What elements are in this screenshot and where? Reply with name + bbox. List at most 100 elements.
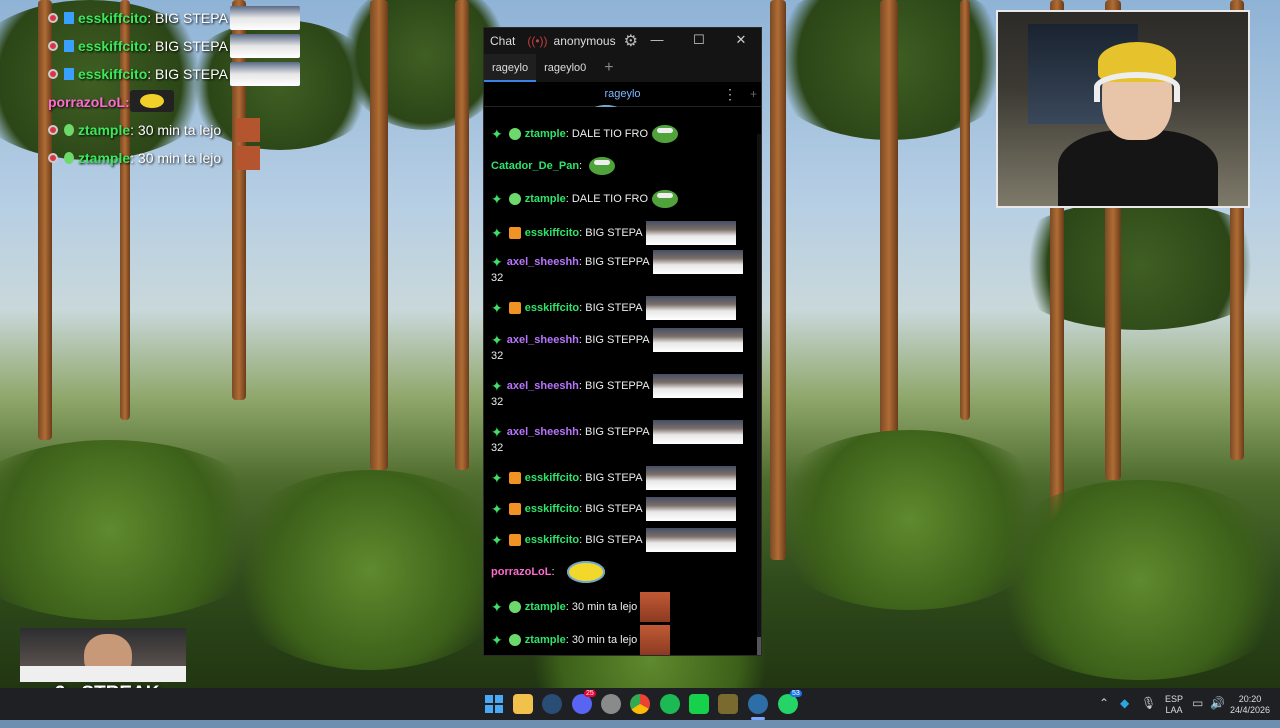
whatsapp-notification-badge: 53 (790, 690, 802, 697)
star-badge-icon: ✦ (491, 125, 503, 142)
overlay-chat-line: esskiffcito: BIG STEPA (46, 4, 306, 32)
volume-icon[interactable]: 🔊 (1210, 696, 1225, 728)
cube-badge-icon (508, 227, 521, 239)
alien-badge-icon (508, 193, 521, 205)
chat-message[interactable]: Catador_De_Pan: (491, 157, 751, 175)
chat-username[interactable]: axel_sheeshh (507, 334, 579, 346)
maximize-button[interactable]: ☐ (678, 28, 720, 54)
chat-message[interactable]: ✦ axel_sheeshh: BIG STEPPA 32 (491, 328, 751, 362)
chat-message-text: DALE TIO FRO (571, 127, 649, 140)
chat-username[interactable]: axel_sheeshh (507, 426, 579, 438)
window-titlebar[interactable]: Chat ((•)) anonymous ⚙ — ☐ ✕ (484, 28, 761, 54)
file-explorer-icon[interactable] (513, 694, 533, 714)
chat-message[interactable]: ✦ axel_sheeshh: BIG STEPPA 32 (491, 374, 751, 408)
emote-face (645, 466, 736, 490)
minecraft-icon[interactable] (718, 694, 738, 714)
taskbar: 25 53 ⌃ ◆ 🎙 ESP LAA ▭ 🔊 20:20 24/4/2026 (0, 688, 1280, 720)
obs-icon[interactable] (601, 694, 621, 714)
chat-window[interactable]: Chat ((•)) anonymous ⚙ — ☐ ✕ rageylo rag… (483, 27, 762, 656)
whatsapp-icon[interactable]: 53 (778, 690, 802, 714)
star-badge-icon: ✦ (491, 331, 503, 348)
monitor-icon[interactable]: ▭ (1192, 696, 1203, 728)
spotify-icon[interactable] (660, 694, 680, 714)
chat-username[interactable]: esskiffcito (525, 534, 579, 546)
chat-username[interactable]: esskiffcito (525, 227, 579, 239)
chat-username[interactable]: esskiffcito (525, 472, 579, 484)
bush (980, 480, 1280, 680)
chat-message[interactable]: ✦ ztample: DALE TIO FRO (491, 190, 751, 208)
overlay-chat-line: porrazoLoL: (46, 88, 306, 116)
microphone-icon[interactable]: 🎙 (1141, 696, 1156, 728)
star-badge-icon: ✦ (491, 598, 503, 615)
steam-icon[interactable] (542, 694, 562, 714)
language-indicator[interactable]: ESP LAA (1162, 694, 1186, 726)
chat-username[interactable]: porrazoLoL (491, 566, 552, 578)
chat-message[interactable]: ✦ ztample: 30 min ta lejo (491, 592, 751, 622)
chat-message[interactable]: ✦ ztample: 30 min ta lejo (491, 625, 751, 655)
tab-rageylo[interactable]: rageylo (484, 54, 537, 82)
chat-scrollbar[interactable] (757, 134, 761, 655)
chat-username[interactable]: Catador_De_Pan (491, 160, 579, 172)
emote-frog (652, 125, 679, 143)
scrollbar-thumb[interactable] (757, 637, 761, 655)
alien-badge-icon (508, 601, 521, 613)
chat-username[interactable]: esskiffcito (525, 503, 579, 515)
chat-message[interactable]: ✦ esskiffcito: BIG STEPA (491, 528, 751, 552)
live-broadcast-icon[interactable]: ((•)) (527, 34, 547, 48)
chat-message[interactable]: ✦ esskiffcito: BIG STEPA (491, 221, 751, 245)
streak-cam-shirt (20, 666, 186, 682)
chat-message[interactable]: porrazoLoL: (491, 557, 751, 587)
chat-message[interactable]: ✦ ztample: DALE TIO FRO (491, 125, 751, 143)
overlay-username: ztample (78, 122, 131, 138)
cube-badge-icon (508, 302, 521, 314)
chat-message[interactable]: ✦ axel_sheeshh: BIG STEPPA 32 (491, 420, 751, 454)
emote-meme (236, 146, 260, 170)
clock[interactable]: 20:20 24/4/2026 (1224, 694, 1276, 726)
tab-rageylo0[interactable]: rageylo0 (536, 54, 594, 82)
minimize-button[interactable]: — (636, 28, 678, 54)
overlay-username: esskiffcito (78, 66, 148, 82)
chat-username[interactable]: ztample (525, 634, 566, 646)
kick-icon[interactable] (689, 694, 709, 714)
clock-date: 24/4/2026 (1229, 705, 1271, 715)
chat-message[interactable]: ✦ axel_sheeshh: BIG STEPPA 32 (491, 250, 751, 284)
emote-yellow (130, 90, 174, 112)
star-badge-icon: ✦ (491, 190, 503, 207)
record-icon (48, 125, 58, 135)
channel-name[interactable]: rageylo (604, 88, 640, 100)
chat-message[interactable]: ✦ esskiffcito: BIG STEPA (491, 466, 751, 490)
chat-message[interactable]: ✦ esskiffcito: BIG STEPA (491, 296, 751, 320)
overlay-username: esskiffcito (78, 10, 148, 26)
star-badge-icon: ✦ (491, 500, 503, 517)
network-app-icon[interactable]: ◆ (1120, 696, 1129, 728)
chevron-up-icon[interactable]: ⌃ (1099, 696, 1109, 728)
overlay-message-text: 30 min ta lejo (137, 150, 222, 166)
emote-frog (589, 157, 616, 175)
chat-username[interactable]: ztample (525, 128, 566, 140)
chatterino-icon[interactable] (748, 694, 768, 714)
add-split-button[interactable]: + (750, 82, 757, 106)
chrome-icon[interactable] (630, 694, 650, 714)
emote-meme (640, 592, 671, 622)
alien-badge-icon (64, 124, 74, 136)
tree-trunk (880, 0, 898, 460)
add-tab-button[interactable]: + (604, 59, 613, 77)
chat-username[interactable]: axel_sheeshh (507, 380, 579, 392)
emote-face (645, 497, 736, 521)
cube-badge-icon (508, 503, 521, 515)
overlay-chat-line: ztample: 30 min ta lejo (46, 144, 306, 172)
chat-username[interactable]: ztample (525, 601, 566, 613)
account-switcher[interactable]: anonymous (554, 34, 616, 48)
chat-message-text: BIG STEPPA (585, 333, 650, 346)
chat-username[interactable]: ztample (525, 193, 566, 205)
chat-message-text: BIG STEPPA (585, 255, 650, 268)
windows-start-icon[interactable] (484, 694, 504, 714)
chat-username[interactable]: axel_sheeshh (507, 256, 579, 268)
chat-username[interactable]: esskiffcito (525, 302, 579, 314)
chat-message[interactable]: ✦ esskiffcito: BIG STEPA (491, 497, 751, 521)
discord-icon[interactable]: 25 (572, 690, 596, 714)
close-button[interactable]: ✕ (720, 28, 761, 54)
cube-badge-icon (508, 472, 521, 484)
clock-time: 20:20 (1238, 694, 1262, 704)
emote-face (645, 296, 736, 320)
